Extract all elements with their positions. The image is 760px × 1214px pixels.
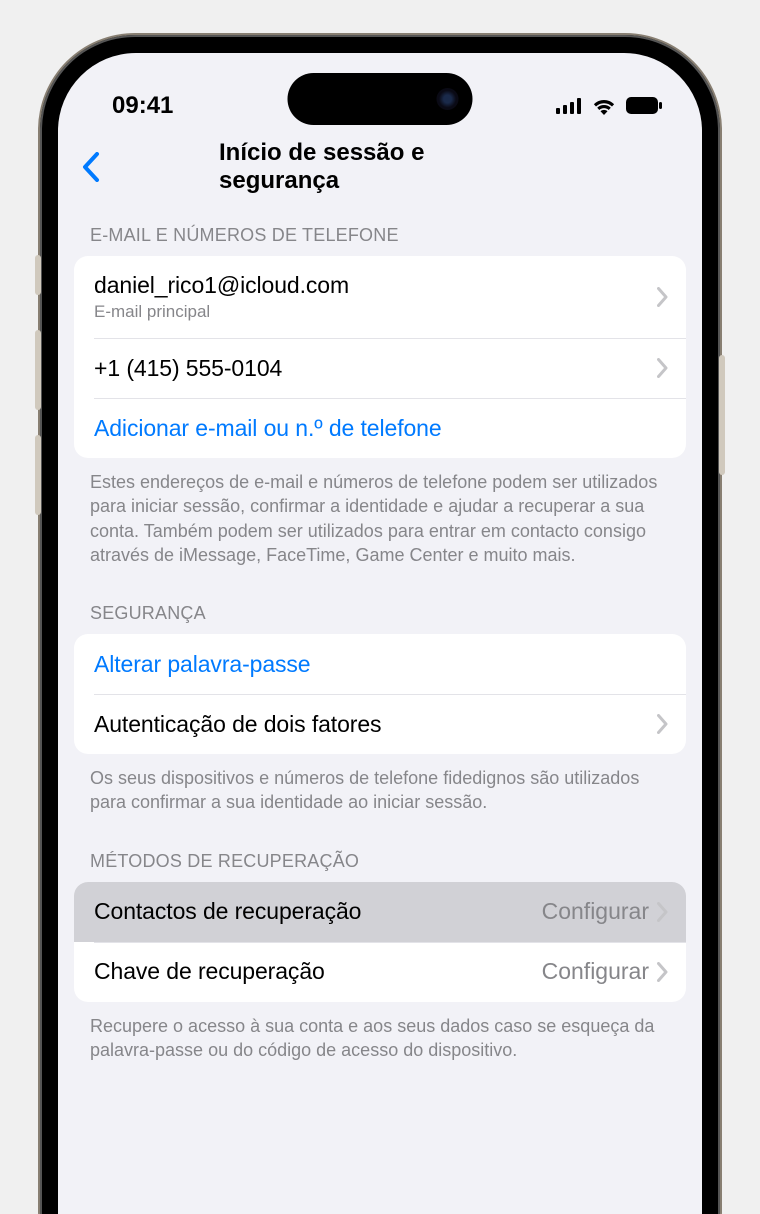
security-list-group: Alterar palavra-passe Autenticação de do… bbox=[74, 634, 686, 754]
chevron-right-icon bbox=[657, 287, 668, 307]
recovery-key-label: Chave de recuperação bbox=[94, 958, 542, 985]
recovery-key-row[interactable]: Chave de recuperação Configurar bbox=[74, 942, 686, 1002]
section-footer-security: Os seus dispositivos e números de telefo… bbox=[58, 754, 702, 833]
chevron-right-icon bbox=[657, 714, 668, 734]
phone-value: +1 (415) 555-0104 bbox=[94, 355, 657, 382]
add-contact-row[interactable]: Adicionar e-mail ou n.º de telefone bbox=[74, 398, 686, 458]
back-button[interactable] bbox=[70, 147, 110, 187]
phone-row[interactable]: +1 (415) 555-0104 bbox=[74, 338, 686, 398]
add-contact-label: Adicionar e-mail ou n.º de telefone bbox=[94, 415, 668, 442]
chevron-left-icon bbox=[81, 152, 100, 182]
section-header-recovery: MÉTODOS DE RECUPERAÇÃO bbox=[58, 833, 702, 882]
recovery-list-group: Contactos de recuperação Configurar Chav… bbox=[74, 882, 686, 1002]
recovery-key-value: Configurar bbox=[542, 958, 649, 985]
status-time: 09:41 bbox=[112, 92, 173, 120]
cellular-icon bbox=[556, 98, 582, 114]
change-password-label: Alterar palavra-passe bbox=[94, 651, 668, 678]
recovery-contacts-value: Configurar bbox=[542, 898, 649, 925]
change-password-row[interactable]: Alterar palavra-passe bbox=[74, 634, 686, 694]
two-factor-row[interactable]: Autenticação de dois fatores bbox=[74, 694, 686, 754]
navigation-bar: Início de sessão e segurança bbox=[58, 133, 702, 207]
page-title: Início de sessão e segurança bbox=[219, 139, 541, 195]
dynamic-island bbox=[288, 73, 473, 125]
chevron-right-icon bbox=[657, 902, 668, 922]
section-footer-contact: Estes endereços de e-mail e números de t… bbox=[58, 458, 702, 585]
section-header-contact: E-MAIL E NÚMEROS DE TELEFONE bbox=[58, 207, 702, 256]
email-subtitle: E-mail principal bbox=[94, 302, 657, 322]
contact-list-group: daniel_rico1@icloud.com E-mail principal… bbox=[74, 256, 686, 458]
wifi-icon bbox=[592, 97, 616, 115]
section-footer-recovery: Recupere o acesso à sua conta e aos seus… bbox=[58, 1002, 702, 1081]
email-value: daniel_rico1@icloud.com bbox=[94, 272, 657, 299]
recovery-contacts-row[interactable]: Contactos de recuperação Configurar bbox=[74, 882, 686, 942]
battery-icon bbox=[626, 97, 662, 114]
chevron-right-icon bbox=[657, 962, 668, 982]
section-header-security: SEGURANÇA bbox=[58, 585, 702, 634]
email-row[interactable]: daniel_rico1@icloud.com E-mail principal bbox=[74, 256, 686, 338]
recovery-contacts-label: Contactos de recuperação bbox=[94, 898, 542, 925]
chevron-right-icon bbox=[657, 358, 668, 378]
two-factor-label: Autenticação de dois fatores bbox=[94, 711, 657, 738]
